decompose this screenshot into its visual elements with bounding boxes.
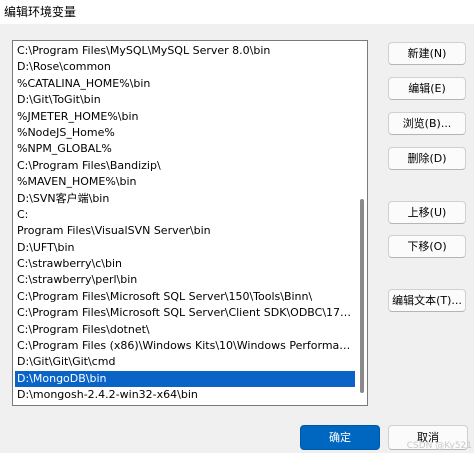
title-bar: 编辑环境变量: [0, 0, 474, 24]
vertical-scrollbar[interactable]: [355, 41, 367, 405]
path-list-item[interactable]: C:\Program Files (x86)\Windows Kits\10\W…: [15, 338, 357, 354]
path-list[interactable]: C:\Program Files\MySQL\MySQL Server 8.0\…: [12, 40, 368, 406]
browse-button[interactable]: 浏览(B)...: [388, 112, 466, 135]
path-list-item[interactable]: C:: [15, 207, 357, 223]
path-list-item[interactable]: C:\Program Files\Microsoft SQL Server\15…: [15, 289, 357, 305]
watermark: CSDN @Ky521: [406, 441, 472, 451]
path-list-item[interactable]: D:\MongoDB\bin: [15, 370, 357, 388]
path-list-item[interactable]: %CATALINA_HOME%\bin: [15, 76, 357, 92]
path-list-item[interactable]: C:\Program Files\Bandizip\: [15, 158, 357, 174]
delete-button[interactable]: 删除(D): [388, 147, 466, 170]
path-list-item[interactable]: C:\strawberry\c\bin: [15, 256, 357, 272]
edit-button[interactable]: 编辑(E): [388, 77, 466, 100]
path-list-item[interactable]: D:\UFT\bin: [15, 240, 357, 256]
move-up-button[interactable]: 上移(U): [388, 201, 466, 224]
edit-text-button[interactable]: 编辑文本(T)...: [388, 289, 466, 312]
path-list-item[interactable]: D:\Git\ToGit\bin: [15, 92, 357, 108]
path-list-item[interactable]: C:\Program Files\MySQL\MySQL Server 8.0\…: [15, 43, 357, 59]
window-title: 编辑环境变量: [4, 5, 77, 19]
path-list-item[interactable]: %MAVEN_HOME%\bin: [15, 174, 357, 190]
scrollbar-thumb[interactable]: [360, 199, 364, 393]
path-list-items: C:\Program Files\MySQL\MySQL Server 8.0\…: [15, 43, 357, 404]
path-list-item[interactable]: %JMETER_HOME%\bin: [15, 109, 357, 125]
path-list-item[interactable]: C:\Program Files\Microsoft SQL Server\Cl…: [15, 305, 357, 321]
ok-button[interactable]: 确定: [300, 425, 380, 450]
path-list-item[interactable]: D:\Rose\common: [15, 59, 357, 75]
path-list-item[interactable]: D:\mongosh-2.4.2-win32-x64\bin: [15, 387, 357, 403]
new-button[interactable]: 新建(N): [388, 42, 466, 65]
path-list-item[interactable]: %NPM_GLOBAL%: [15, 141, 357, 157]
path-list-item[interactable]: C:\strawberry\perl\bin: [15, 272, 357, 288]
path-list-item[interactable]: D:\SVN客户端\bin: [15, 191, 357, 207]
path-list-item[interactable]: D:\Git\Git\Git\cmd: [15, 354, 357, 370]
move-down-button[interactable]: 下移(O): [388, 235, 466, 258]
path-list-item[interactable]: Program Files\VisualSVN Server\bin: [15, 223, 357, 239]
path-list-item[interactable]: %NodeJS_Home%: [15, 125, 357, 141]
path-list-item[interactable]: C:\Program Files\dotnet\: [15, 322, 357, 338]
